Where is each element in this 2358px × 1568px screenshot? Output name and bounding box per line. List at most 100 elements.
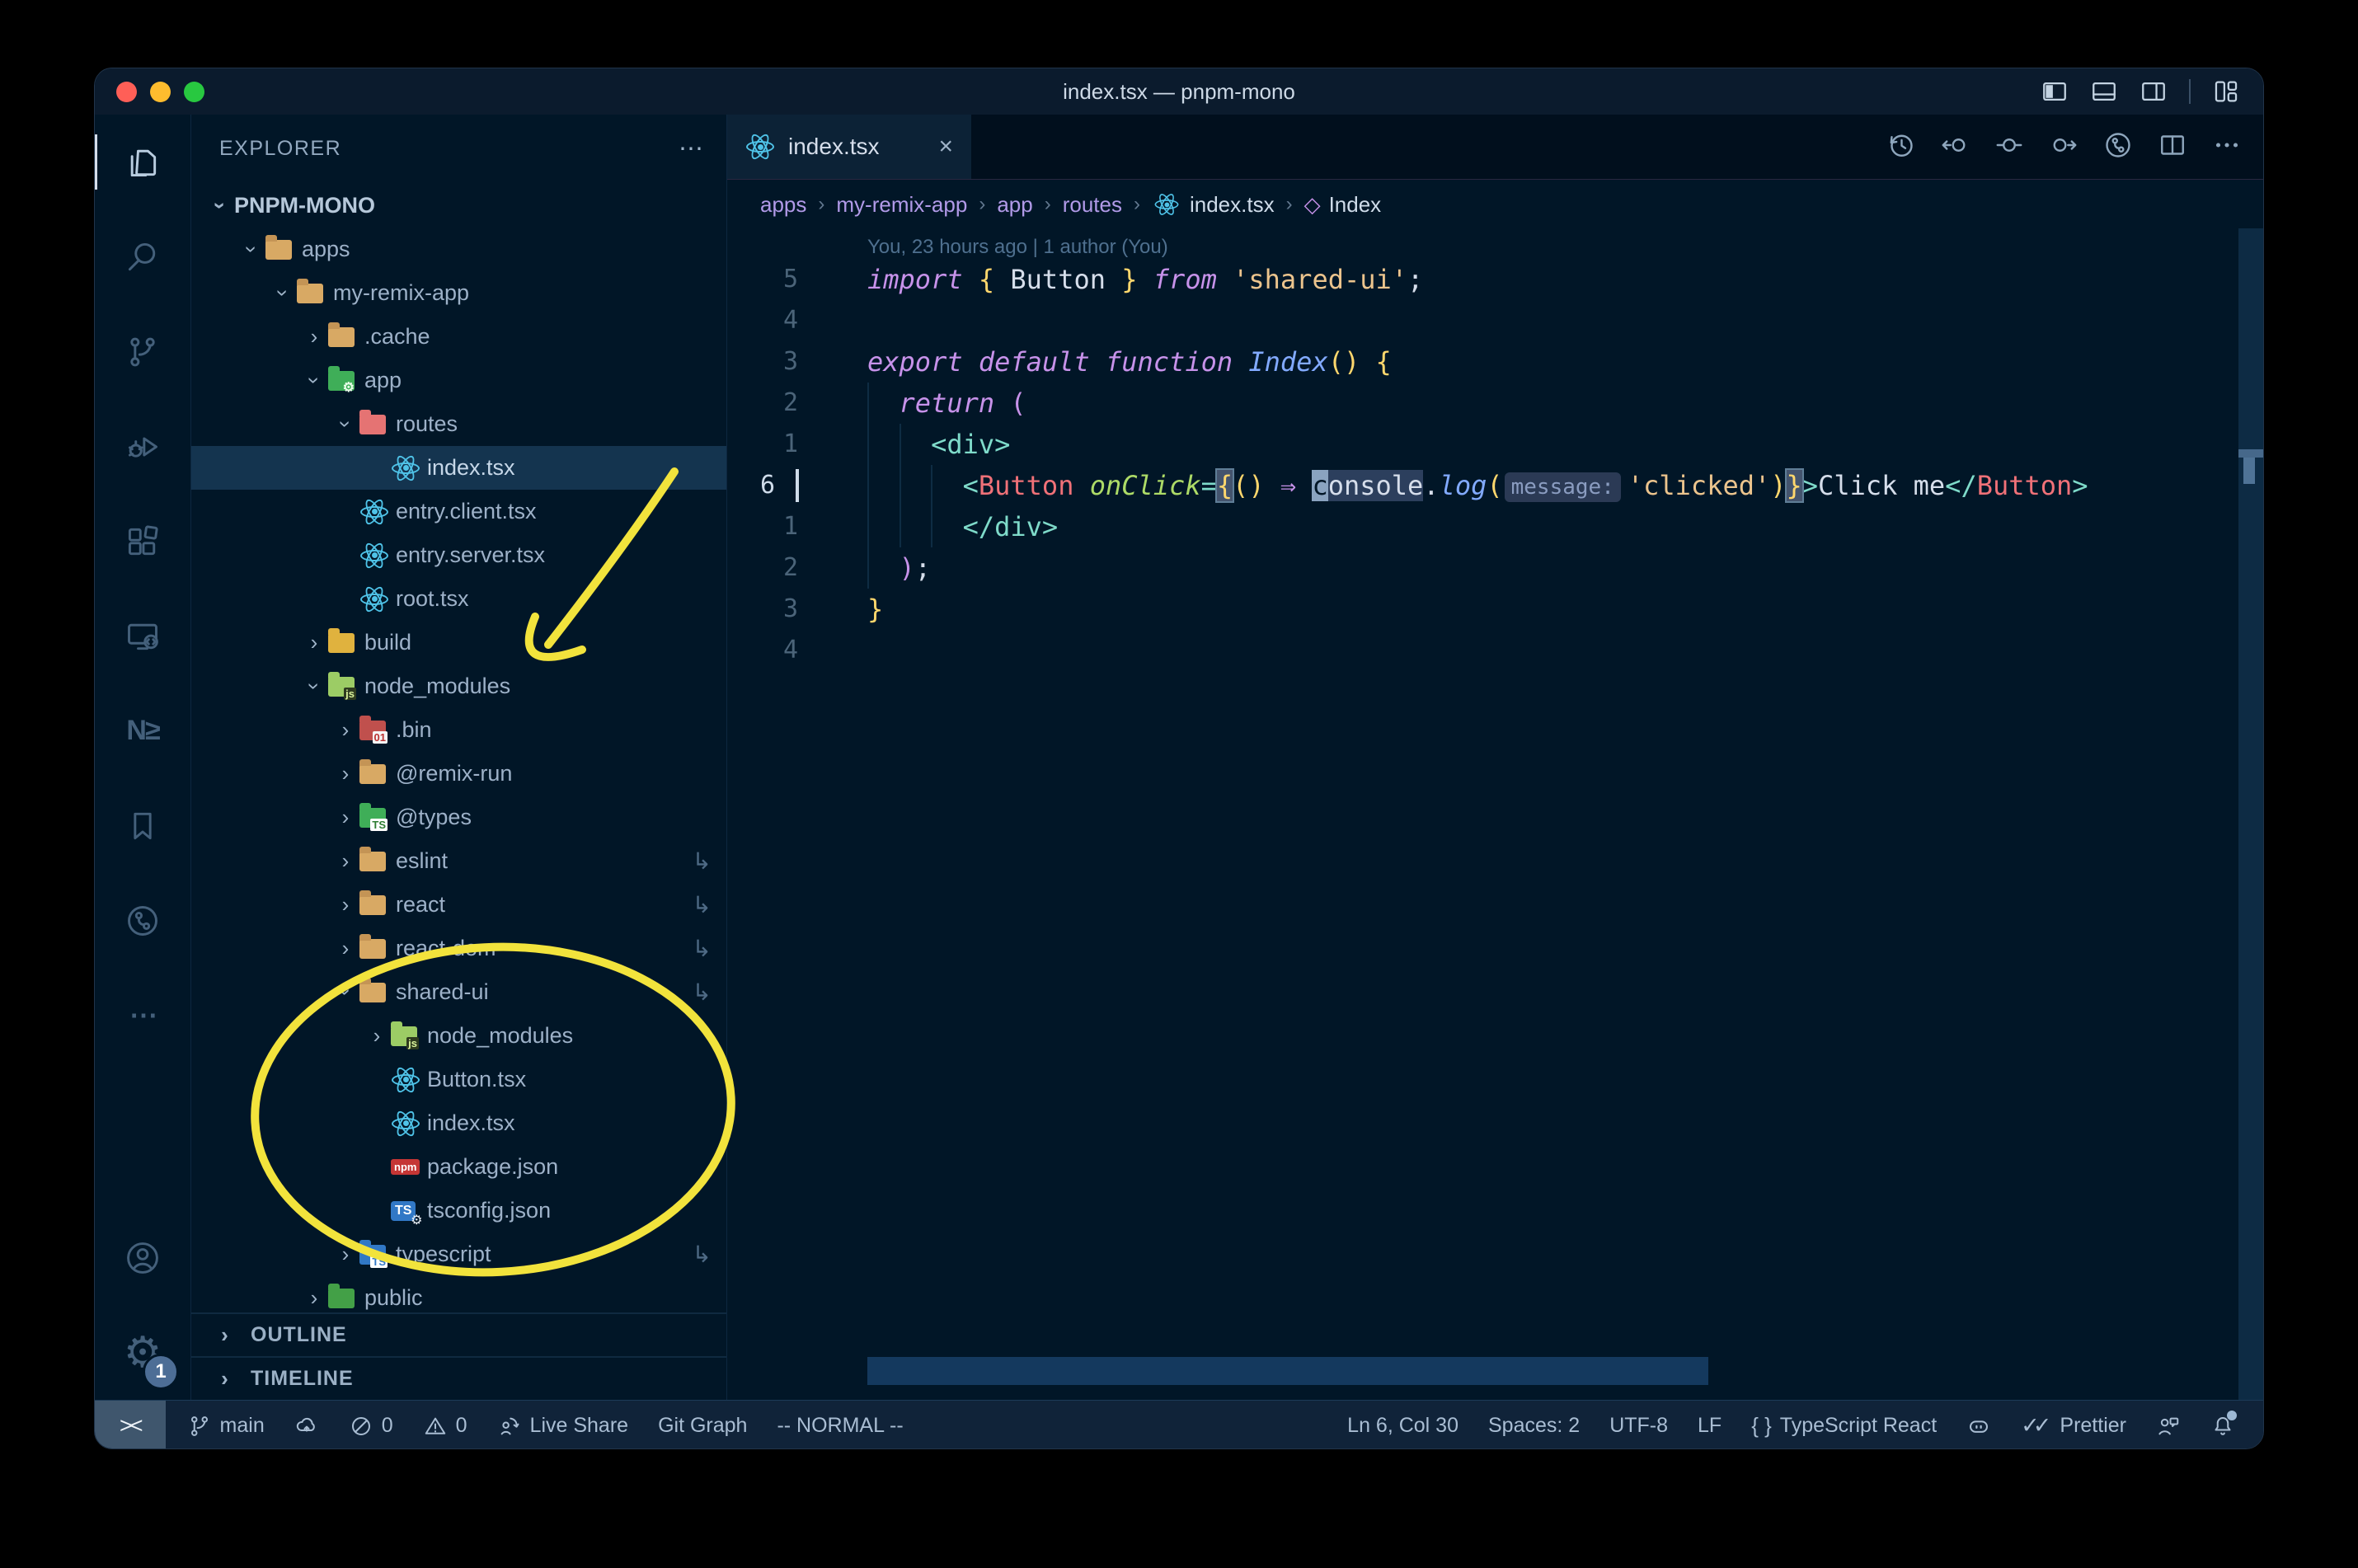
tree-item-my-remix-app[interactable]: › my-remix-app xyxy=(191,271,726,315)
current-change-icon[interactable] xyxy=(1994,130,2024,164)
window-title: index.tsx — pnpm-mono xyxy=(1063,78,1295,104)
code-line-current[interactable]: 6 <Button onClick={() ⇒ console.log(messa… xyxy=(727,465,2263,506)
gitlens-graph-icon[interactable] xyxy=(2103,130,2133,164)
customize-layout-icon[interactable] xyxy=(2212,77,2240,106)
status-prettier[interactable]: ✓✓ Prettier xyxy=(2021,1413,2126,1439)
code-line[interactable]: 2 return ( xyxy=(727,383,2263,424)
vertical-scrollbar[interactable] xyxy=(2238,228,2263,1400)
layout-panel-icon[interactable] xyxy=(2090,77,2118,106)
activity-item-explorer[interactable] xyxy=(95,115,190,209)
code-line[interactable]: 5 import { Button } from 'shared-ui'; xyxy=(727,259,2263,300)
code-line[interactable]: 1 </div> xyxy=(727,506,2263,547)
status-warnings[interactable]: 0 xyxy=(423,1414,467,1439)
status-indentation[interactable]: Spaces: 2 xyxy=(1488,1414,1580,1438)
tree-item-index-tsx[interactable]: ›index.tsx xyxy=(191,446,726,490)
code-line[interactable]: 2); xyxy=(727,547,2263,589)
tree-item-tsconfig-json[interactable]: ›TS⚙tsconfig.json xyxy=(191,1189,726,1232)
split-editor-icon[interactable] xyxy=(2158,130,2187,164)
minimize-button[interactable] xyxy=(150,81,171,102)
tree-item-root-tsx[interactable]: ›root.tsx xyxy=(191,577,726,621)
activity-item-gitlens[interactable] xyxy=(95,873,190,968)
tree-item-entry-server-tsx[interactable]: ›entry.server.tsx xyxy=(191,533,726,577)
status-encoding[interactable]: UTF-8 xyxy=(1609,1414,1668,1438)
timeline-section[interactable]: › TIMELINE xyxy=(191,1356,726,1400)
layout-sidebar-right-icon[interactable] xyxy=(2140,77,2168,106)
tree-item--types[interactable]: › TS @types xyxy=(191,796,726,839)
status-remote[interactable]: >< xyxy=(95,1401,166,1448)
breadcrumb-item-index[interactable]: ◇ Index xyxy=(1304,192,1382,218)
activity-item-remote-explorer[interactable] xyxy=(95,589,190,683)
status-notifications[interactable] xyxy=(2210,1410,2237,1439)
status-language-mode[interactable]: { } TypeScript React xyxy=(1751,1413,1937,1439)
activity-item-extensions[interactable] xyxy=(95,494,190,589)
breadcrumb-item-routes[interactable]: routes xyxy=(1063,192,1122,218)
tree-item-node-modules[interactable]: › js node_modules xyxy=(191,1014,726,1058)
status-live-share[interactable]: Live Share xyxy=(497,1414,628,1439)
code-editor[interactable]: You, 23 hours ago | 1 author (You) 5 impo… xyxy=(727,229,2263,1400)
activity-item-more[interactable]: ⋯ xyxy=(95,968,190,1063)
tree-item-label: entry.server.tsx xyxy=(396,542,546,567)
breadcrumb-item-index-tsx[interactable]: index.tsx xyxy=(1152,190,1275,219)
next-change-icon[interactable] xyxy=(2049,130,2079,164)
tree-item-shared-ui[interactable]: › shared-ui ↳ xyxy=(191,970,726,1014)
tree-item-react-dom[interactable]: › react-dom ↳ xyxy=(191,927,726,970)
tree-item-apps[interactable]: › apps xyxy=(191,228,726,271)
activity-item-run-debug[interactable] xyxy=(95,399,190,494)
activity-bar: N≥ ⋯ ⚙ 1 xyxy=(95,115,191,1400)
zoom-button[interactable] xyxy=(184,81,204,102)
breadcrumb-item-my-remix-app[interactable]: my-remix-app xyxy=(836,192,967,218)
tree-item-typescript[interactable]: › TS typescript ↳ xyxy=(191,1232,726,1276)
close-button[interactable] xyxy=(116,81,137,102)
code-line[interactable]: 4 xyxy=(727,300,2263,341)
tree-item--remix-run[interactable]: › @remix-run xyxy=(191,752,726,796)
tree-item-public[interactable]: › public xyxy=(191,1276,726,1312)
status-eol[interactable]: LF xyxy=(1698,1414,1722,1438)
status-branch[interactable]: main xyxy=(187,1414,265,1439)
outline-section[interactable]: › OUTLINE xyxy=(191,1312,726,1356)
prev-change-icon[interactable] xyxy=(1940,130,1970,164)
tree-item-routes[interactable]: › routes xyxy=(191,402,726,446)
code-line[interactable]: 3 export default function Index() { xyxy=(727,341,2263,383)
status-errors[interactable]: 0 xyxy=(349,1414,393,1439)
more-icon[interactable] xyxy=(2212,130,2242,164)
tree-item-button-tsx[interactable]: ›Button.tsx xyxy=(191,1058,726,1101)
tree-item-node-modules[interactable]: › js node_modules xyxy=(191,664,726,708)
status-feedback[interactable] xyxy=(2156,1414,2181,1439)
code-line[interactable]: 3} xyxy=(727,589,2263,630)
layout-sidebar-left-icon[interactable] xyxy=(2041,77,2069,106)
breadcrumb-item-apps[interactable]: apps xyxy=(760,192,806,218)
activity-item-nx-console[interactable]: N≥ xyxy=(95,683,190,778)
tree-item-index-tsx[interactable]: ›index.tsx xyxy=(191,1101,726,1145)
status-sync[interactable] xyxy=(294,1414,319,1439)
status-cursor-position[interactable]: Ln 6, Col 30 xyxy=(1347,1414,1458,1438)
breadcrumb: apps › my-remix-app › app › routes › index.tsx › ◇… xyxy=(727,180,2263,229)
activity-item-accounts[interactable] xyxy=(95,1210,190,1305)
tree-item--bin[interactable]: › 01 .bin xyxy=(191,708,726,752)
source-control-icon xyxy=(124,334,161,370)
activity-item-bookmarks[interactable] xyxy=(95,778,190,873)
code-line[interactable]: 4 xyxy=(727,630,2263,671)
history-icon[interactable] xyxy=(1886,130,1915,164)
tree-item-eslint[interactable]: › eslint ↳ xyxy=(191,839,726,883)
code-line[interactable]: 1 <div> xyxy=(727,424,2263,465)
activity-item-source-control[interactable] xyxy=(95,304,190,399)
tree-item-build[interactable]: › build xyxy=(191,621,726,664)
activity-item-settings[interactable]: ⚙ 1 xyxy=(95,1305,190,1400)
gitlens-blame-lens[interactable]: You, 23 hours ago | 1 author (You) xyxy=(867,236,2263,259)
tree-item-package-json[interactable]: ›npmpackage.json xyxy=(191,1145,726,1189)
status-copilot[interactable] xyxy=(1966,1414,1991,1439)
status-vim-mode[interactable]: -- NORMAL -- xyxy=(777,1414,903,1438)
sidebar-actions-button[interactable]: ⋯ xyxy=(679,134,705,163)
tree-item--cache[interactable]: › .cache xyxy=(191,315,726,359)
tree-item-entry-client-tsx[interactable]: ›entry.client.tsx xyxy=(191,490,726,533)
tree-item-label: react-dom xyxy=(396,936,496,960)
tab-index-tsx[interactable]: index.tsx × xyxy=(727,115,971,179)
activity-item-search[interactable] xyxy=(95,209,190,304)
breadcrumb-item-app[interactable]: app xyxy=(997,192,1032,218)
tree-item-react[interactable]: › react ↳ xyxy=(191,883,726,927)
tree-item-app[interactable]: › ⚙ app xyxy=(191,359,726,402)
tree-item-pnpm-mono[interactable]: › PNPM-MONO xyxy=(191,184,726,228)
horizontal-scrollbar[interactable] xyxy=(867,1357,1708,1385)
close-tab-icon[interactable]: × xyxy=(938,133,953,161)
status-git-graph[interactable]: Git Graph xyxy=(658,1414,747,1438)
